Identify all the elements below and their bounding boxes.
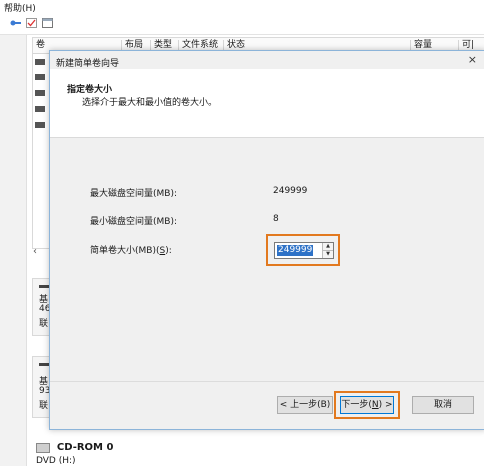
next-accesskey: N bbox=[371, 400, 379, 410]
min-space-label: 最小磁盘空间量(MB): bbox=[90, 217, 177, 227]
min-space-value: 8 bbox=[273, 214, 279, 224]
menu-bar: 帮助(H) bbox=[0, 0, 484, 14]
key-icon[interactable] bbox=[10, 18, 21, 28]
disk-0-status: 联 bbox=[39, 319, 49, 329]
max-space-label: 最大磁盘空间量(MB): bbox=[90, 189, 177, 199]
window-icon[interactable] bbox=[42, 18, 53, 28]
cdrom-drive-letter: DVD (H:) bbox=[36, 456, 76, 466]
dialog-header-panel: 指定卷大小 选择介于最大和最小值的卷大小。 bbox=[50, 69, 484, 138]
left-gutter bbox=[0, 35, 27, 466]
cdrom-label: CD-ROM 0 bbox=[56, 442, 114, 453]
toolbar bbox=[0, 14, 484, 35]
max-space-value: 249999 bbox=[273, 186, 308, 196]
volume-size-label-text: 简单卷大小(MB)( bbox=[90, 246, 160, 256]
disk-1-status: 联 bbox=[39, 401, 49, 411]
step-description: 选择介于最大和最小值的卷大小。 bbox=[82, 98, 218, 108]
volume-row-icon[interactable] bbox=[35, 122, 45, 128]
next-button[interactable]: 下一步(N) > bbox=[340, 396, 394, 414]
new-simple-volume-wizard: 新建简单卷向导 × 指定卷大小 选择介于最大和最小值的卷大小。 最大磁盘空间量(… bbox=[49, 50, 484, 430]
cdrom-drive-icon bbox=[36, 442, 50, 453]
volume-row-icon[interactable] bbox=[35, 74, 45, 80]
cancel-button[interactable]: 取消 bbox=[412, 396, 474, 414]
footer-divider bbox=[50, 381, 484, 382]
volume-row-icon[interactable] bbox=[35, 106, 45, 112]
next-label-suffix: ) > bbox=[378, 400, 393, 410]
back-button[interactable]: < 上一步(B) bbox=[277, 396, 333, 414]
next-button-highlight: 下一步(N) > bbox=[334, 391, 400, 419]
scroll-left-arrow-icon[interactable]: ‹ bbox=[33, 246, 47, 260]
dialog-title: 新建简单卷向导 bbox=[56, 59, 120, 69]
volume-size-label: 简单卷大小(MB)(S): bbox=[90, 243, 172, 256]
check-icon[interactable] bbox=[26, 18, 37, 28]
cdrom-entry[interactable]: CD-ROM 0 DVD (H:) bbox=[36, 442, 114, 466]
volume-size-input[interactable]: 249999 bbox=[277, 245, 314, 256]
spin-down-arrow-icon[interactable]: ▼ bbox=[322, 251, 333, 258]
close-icon[interactable]: × bbox=[468, 53, 477, 66]
volume-size-label-end: ): bbox=[165, 246, 172, 256]
volume-row-icon[interactable] bbox=[35, 59, 45, 65]
next-label-prefix: 下一步( bbox=[341, 400, 372, 410]
menu-help[interactable]: 帮助(H) bbox=[4, 1, 36, 14]
volume-size-stepper[interactable]: 249999 ▲ ▼ bbox=[274, 242, 334, 259]
col-volume[interactable]: 卷 bbox=[33, 40, 45, 51]
volume-size-highlight: 249999 ▲ ▼ bbox=[266, 234, 340, 266]
step-heading: 指定卷大小 bbox=[67, 85, 113, 95]
spin-up-arrow-icon[interactable]: ▲ bbox=[322, 243, 333, 251]
volume-row-icon[interactable] bbox=[35, 90, 45, 96]
